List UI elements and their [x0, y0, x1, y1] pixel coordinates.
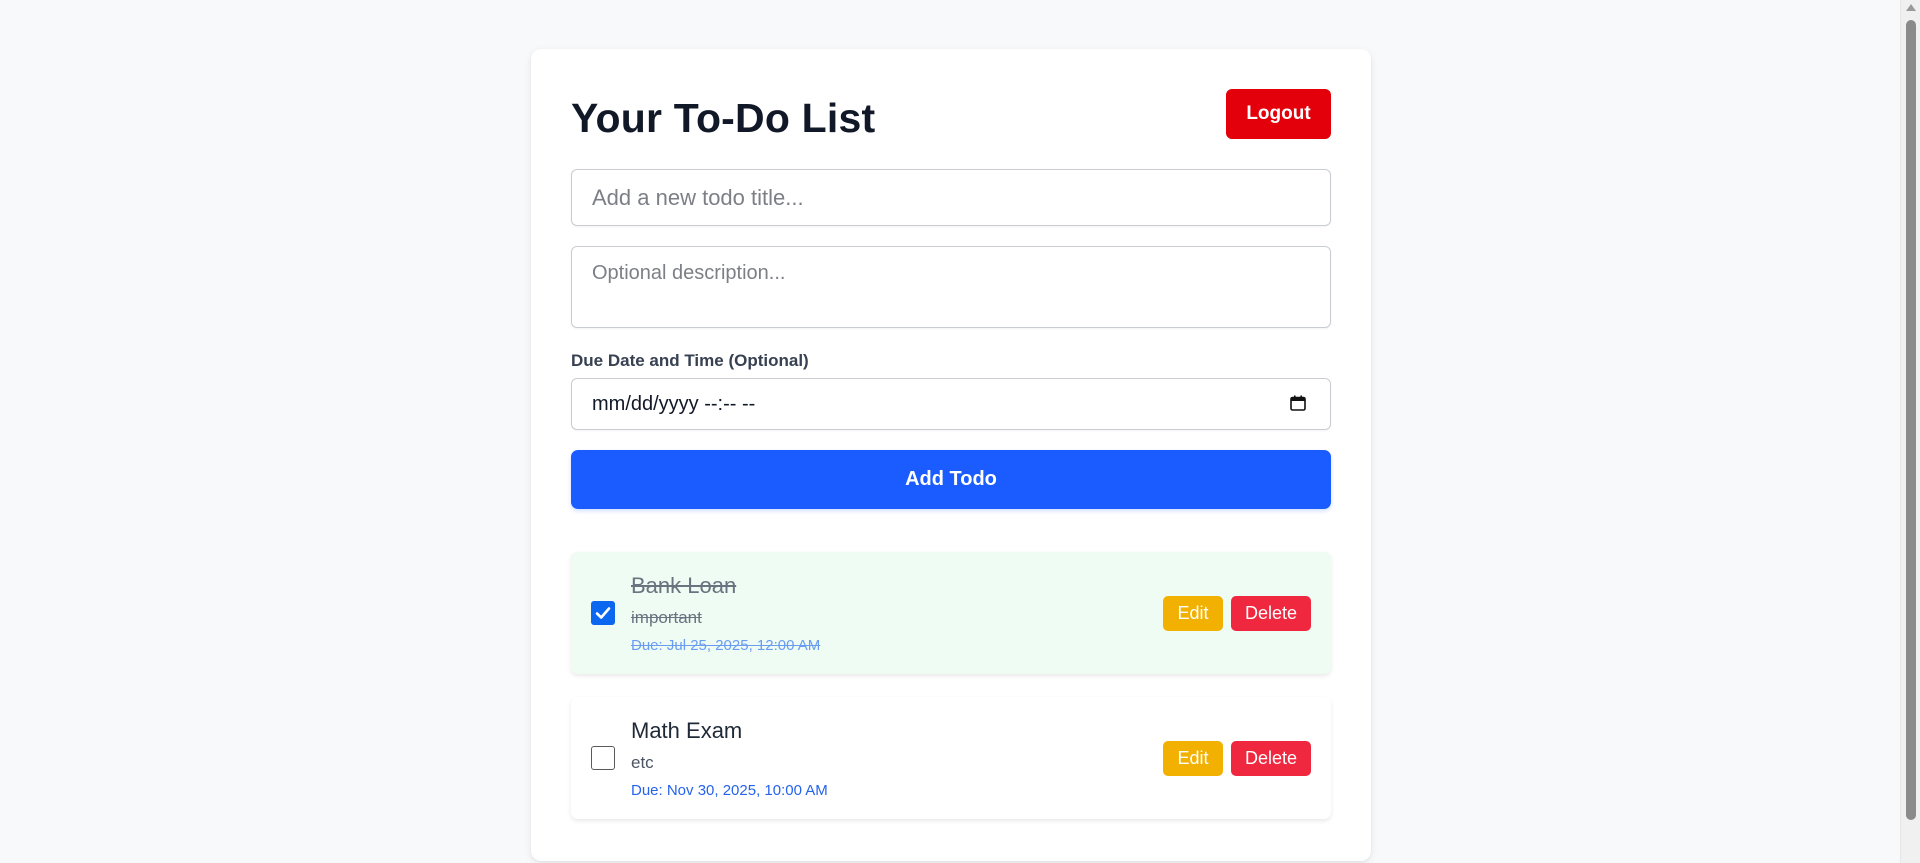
todo-title: Math Exam — [631, 718, 743, 743]
todo-item: Math Exam etc Due: Nov 30, 2025, 10:00 A… — [571, 697, 1331, 819]
page-title: Your To-Do List — [571, 95, 876, 141]
due-date-value: mm/dd/yyyy --:-- -- — [592, 393, 756, 415]
todo-description: important — [631, 608, 702, 627]
todo-title: Bank Loan — [631, 573, 737, 598]
delete-button[interactable]: Delete — [1231, 741, 1311, 776]
todo-title-input[interactable] — [571, 169, 1331, 226]
todo-card: Your To-Do List Logout Due Date and Time… — [531, 49, 1371, 861]
vertical-scrollbar[interactable] — [1900, 0, 1920, 863]
header: Your To-Do List Logout — [571, 89, 1331, 141]
due-date-label: Due Date and Time (Optional) — [571, 351, 809, 370]
delete-button[interactable]: Delete — [1231, 596, 1311, 631]
scrollbar-thumb[interactable] — [1906, 20, 1916, 820]
scroll-up-arrow-icon[interactable] — [1906, 4, 1916, 11]
checkmark-icon — [595, 607, 611, 619]
todo-due-date: Due: Jul 25, 2025, 12:00 AM — [631, 637, 821, 654]
app-viewport: Your To-Do List Logout Due Date and Time… — [0, 0, 1920, 863]
todo-due-date: Due: Nov 30, 2025, 10:00 AM — [631, 782, 828, 799]
edit-button[interactable]: Edit — [1163, 596, 1223, 631]
todo-checkbox[interactable] — [591, 601, 615, 625]
add-todo-button[interactable]: Add Todo — [571, 450, 1331, 509]
todo-description: etc — [631, 753, 654, 772]
due-date-input[interactable]: mm/dd/yyyy --:-- -- — [571, 378, 1331, 430]
todo-item: Bank Loan important Due: Jul 25, 2025, 1… — [571, 552, 1331, 674]
edit-button[interactable]: Edit — [1163, 741, 1223, 776]
calendar-icon[interactable] — [1290, 395, 1306, 411]
todo-checkbox[interactable] — [591, 746, 615, 770]
todo-description-input[interactable] — [571, 246, 1331, 328]
logout-button[interactable]: Logout — [1226, 89, 1331, 139]
